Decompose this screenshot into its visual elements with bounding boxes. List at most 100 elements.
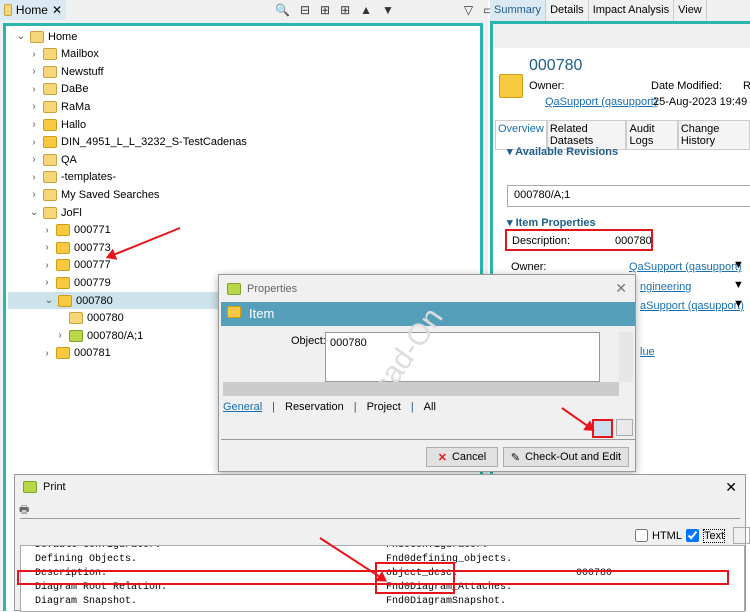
tree-node[interactable]: › 000781 bbox=[6, 345, 111, 362]
down-icon[interactable]: ▼ bbox=[382, 3, 394, 17]
tree-node[interactable]: ⌄ JoFl bbox=[6, 204, 82, 221]
text-checkbox[interactable] bbox=[685, 529, 699, 542]
tree-node[interactable]: 000780 bbox=[6, 310, 124, 327]
tab-general[interactable]: General bbox=[223, 401, 262, 413]
tab-details[interactable]: Details bbox=[546, 0, 589, 21]
folder-icon bbox=[43, 171, 57, 184]
print-cell: Diagram Snapshot. bbox=[35, 596, 138, 607]
chevron-right-icon[interactable]: › bbox=[29, 119, 39, 130]
item-icon bbox=[56, 276, 70, 289]
view-menu-icon[interactable]: ▽ bbox=[464, 3, 473, 17]
object-field[interactable]: 000780 bbox=[325, 332, 600, 382]
tree-node[interactable]: ⌄ Home bbox=[6, 28, 77, 45]
value-link[interactable]: lue bbox=[640, 346, 655, 358]
tree-node-label: RaMa bbox=[61, 100, 91, 113]
tree-node[interactable]: › 000777 bbox=[6, 257, 111, 274]
chevron-down-icon[interactable]: ⌄ bbox=[44, 295, 54, 306]
horizontal-scrollbar[interactable] bbox=[223, 382, 619, 396]
revision-item[interactable]: 000780/A;1 bbox=[514, 189, 570, 201]
chevron-right-icon[interactable]: › bbox=[29, 66, 39, 77]
tab-impact-analysis[interactable]: Impact Analysis bbox=[589, 0, 675, 21]
help-button[interactable] bbox=[616, 419, 633, 436]
tree-node[interactable]: › DaBe bbox=[6, 81, 89, 98]
item-properties-section[interactable]: ▾ Item Properties bbox=[507, 216, 596, 229]
chevron-down-icon[interactable]: ⌄ bbox=[29, 207, 39, 218]
app-icon bbox=[23, 481, 37, 493]
chevron-down-icon[interactable]: ⌄ bbox=[16, 31, 26, 42]
tree-node[interactable]: › -templates- bbox=[6, 169, 116, 186]
up-icon[interactable]: ▲ bbox=[360, 3, 372, 17]
tree-node-label: 000771 bbox=[74, 224, 111, 237]
chevron-right-icon[interactable]: › bbox=[42, 225, 52, 236]
tree-node[interactable]: › 000771 bbox=[6, 222, 111, 239]
tree-node[interactable]: › 000773 bbox=[6, 239, 111, 256]
tree-node[interactable]: › RaMa bbox=[6, 98, 90, 115]
check-out-edit-button[interactable]: ✎ Check-Out and Edit bbox=[503, 447, 629, 467]
vertical-scrollbar[interactable] bbox=[619, 332, 633, 382]
tree-toolbar: 🔍⊟⊞⊞▲▼▽▭□ bbox=[275, 0, 512, 20]
tree-node[interactable]: › DIN_4951_L_L_3232_S-TestCadenas bbox=[6, 134, 247, 151]
tree-node[interactable]: › My Saved Searches bbox=[6, 186, 159, 203]
tab-change-history[interactable]: Change History bbox=[677, 120, 750, 150]
collapse-icon[interactable]: ⊟ bbox=[300, 3, 310, 17]
tree-node[interactable]: › QA bbox=[6, 151, 77, 168]
tree-node[interactable]: › Mailbox bbox=[6, 46, 99, 63]
chevron-right-icon[interactable]: › bbox=[29, 84, 39, 95]
chevron-right-icon[interactable]: › bbox=[29, 137, 39, 148]
tab-home[interactable]: Home ✕ bbox=[0, 0, 66, 20]
chevron-right-icon[interactable]: › bbox=[29, 101, 39, 112]
close-icon[interactable]: ✕ bbox=[52, 3, 62, 17]
chevron-right-icon[interactable]: › bbox=[42, 242, 52, 253]
chevron-right-icon[interactable]: › bbox=[55, 330, 65, 341]
tree-node-label: Newstuff bbox=[61, 65, 104, 78]
chevron-right-icon[interactable]: › bbox=[29, 172, 39, 183]
tree-node[interactable]: › 000780/A;1 bbox=[6, 327, 143, 344]
item-header: Item bbox=[249, 306, 275, 321]
tab-audit-logs[interactable]: Audit Logs bbox=[626, 120, 678, 150]
group-link[interactable]: ngineering bbox=[640, 281, 691, 293]
owner-link[interactable]: QaSupport (qasupport) bbox=[545, 96, 658, 108]
owner-property-link[interactable]: QaSupport (qasupport) bbox=[629, 261, 742, 273]
item-icon bbox=[56, 224, 70, 237]
folder-icon bbox=[43, 153, 57, 166]
item-title: 000780 bbox=[529, 57, 583, 74]
tab-reservation[interactable]: Reservation bbox=[285, 401, 344, 413]
expand-icon[interactable]: ⊞ bbox=[320, 3, 330, 17]
available-revisions-section[interactable]: ▾ Available Revisions bbox=[507, 145, 618, 158]
tree-node[interactable]: › 000779 bbox=[6, 274, 111, 291]
search-icon[interactable]: 🔍 bbox=[275, 3, 290, 17]
chevron-right-icon[interactable]: › bbox=[42, 348, 52, 359]
tree-node[interactable]: › Newstuff bbox=[6, 63, 104, 80]
mailbox-icon bbox=[43, 48, 57, 61]
tree-node-label: DaBe bbox=[61, 83, 89, 96]
expand-all-icon[interactable]: ⊞ bbox=[340, 3, 350, 17]
chevron-right-icon[interactable]: › bbox=[29, 189, 39, 200]
home-icon bbox=[4, 4, 12, 16]
dropdown-icon[interactable]: ▼ bbox=[733, 298, 744, 310]
dropdown-icon[interactable]: ▼ bbox=[733, 279, 744, 291]
tab-project[interactable]: Project bbox=[367, 401, 401, 413]
tab-summary[interactable]: Summary bbox=[490, 0, 547, 21]
close-icon[interactable]: ✕ bbox=[615, 280, 627, 297]
item-icon bbox=[56, 241, 70, 254]
dropdown-icon[interactable]: ▼ bbox=[733, 259, 744, 271]
revision-list[interactable]: 000780/A;1 bbox=[507, 185, 750, 207]
html-checkbox[interactable] bbox=[635, 529, 648, 542]
close-icon[interactable]: ✕ bbox=[725, 479, 737, 496]
tree-node[interactable]: › Hallo bbox=[6, 116, 86, 133]
tab-all[interactable]: All bbox=[424, 401, 436, 413]
cancel-button[interactable]: ✕ Cancel bbox=[426, 447, 498, 467]
date-value: 25-Aug-2023 19:49 bbox=[653, 96, 748, 108]
edit-button[interactable] bbox=[733, 527, 750, 544]
chevron-right-icon[interactable]: › bbox=[29, 49, 39, 60]
item-icon bbox=[227, 306, 241, 318]
chevron-right-icon[interactable]: › bbox=[29, 154, 39, 165]
print-dialog: Print ✕ 🖶 HTML Text Default Configurator… bbox=[14, 474, 750, 612]
last-modifier-link[interactable]: aSupport (qasupport) bbox=[640, 300, 744, 312]
folder-icon bbox=[43, 206, 57, 219]
chevron-right-icon[interactable]: › bbox=[42, 260, 52, 271]
chevron-right-icon[interactable]: › bbox=[42, 277, 52, 288]
text-label: Text bbox=[702, 528, 726, 543]
item-icon bbox=[43, 136, 57, 149]
tab-view[interactable]: View bbox=[674, 0, 707, 21]
